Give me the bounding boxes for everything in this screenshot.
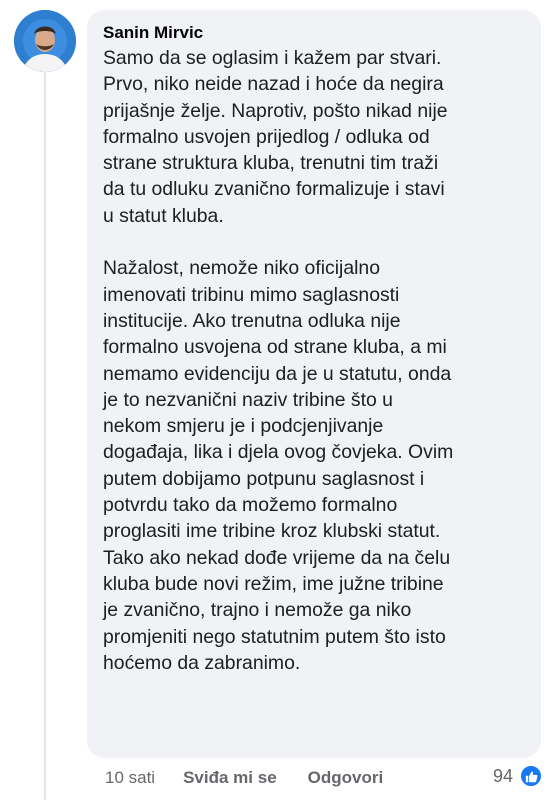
- avatar[interactable]: [14, 10, 76, 72]
- comment-time[interactable]: 10 sati: [105, 768, 155, 788]
- comment-line: Prvo, niko neide nazad i hoće da negira: [103, 73, 444, 96]
- comment-line: proglasiti ime tribine kroz klubski stat…: [103, 520, 441, 543]
- reaction-summary[interactable]: 94: [493, 764, 543, 788]
- comment-bubble: Sanin Mirvic Samo da se oglasim i kažem …: [87, 10, 541, 758]
- comment-line: hoćemo da zabranimo.: [103, 651, 301, 674]
- comment-author[interactable]: Sanin Mirvic: [103, 22, 527, 44]
- comment-line: je zvanično, trajno i nemože ga niko: [103, 599, 412, 622]
- comment-line: imenovati tribinu mimo saglasnosti: [103, 283, 400, 306]
- thread-line: [44, 72, 46, 800]
- comment-line: institucije. Ako trenutna odluka nije: [103, 309, 401, 332]
- comment-line: u statut kluba.: [103, 204, 224, 227]
- comment-line: događaja, lika i djela ovog čovjeka. Ovi…: [103, 441, 454, 464]
- comment-line: Samo da se oglasim i kažem par stvari.: [103, 47, 442, 69]
- thumbs-up-icon: [519, 764, 543, 788]
- comment-line: promjeniti nego statutnim putem što isto: [103, 625, 446, 648]
- like-button[interactable]: Sviđa mi se: [183, 768, 277, 788]
- reply-button[interactable]: Odgovori: [308, 768, 384, 788]
- comment-line: nemamo evidenciju da je u statutu, onda: [103, 362, 452, 385]
- avatar-photo: [14, 10, 76, 72]
- comment-line: da tu odluku zvanično formalizuje i stav…: [103, 178, 445, 201]
- comment-line: nekom smjeru je i podcjenjivanje: [103, 415, 384, 438]
- comment-text: Samo da se oglasim i kažem par stvari. P…: [103, 45, 527, 676]
- comment-line: strane struktura kluba, trenutni tim tra…: [103, 152, 439, 175]
- comment-line: je to nezvanični naziv tribine što u: [103, 388, 393, 411]
- comment-actions: 10 sati Sviđa mi se Odgovori: [105, 766, 414, 790]
- comment-line: prijašnje želje. Naprotiv, pošto nikad n…: [103, 99, 448, 122]
- comment-line: putem dobijamo potpunu saglasnost i: [103, 467, 425, 490]
- paragraph-break: [103, 229, 527, 255]
- comment-line: potvrdu tako da možemo formalno: [103, 494, 398, 517]
- comment-line: Nažalost, nemože niko oficijalno: [103, 257, 380, 280]
- comment-line: formalno usvojen prijedlog / odluka od: [103, 125, 430, 148]
- comment-line: kluba bude novi režim, ime južne tribine: [103, 572, 444, 595]
- comment-line: Tako ako nekad dođe vrijeme da na čelu: [103, 546, 451, 569]
- reaction-count: 94: [492, 765, 513, 786]
- comment-line: formalno usvojena od strane kluba, a mi: [103, 336, 447, 359]
